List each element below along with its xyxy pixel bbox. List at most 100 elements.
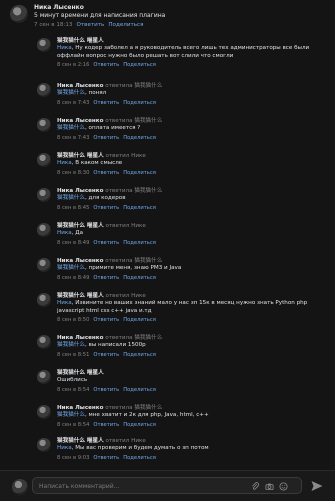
share-button[interactable]: Поделиться (123, 205, 156, 211)
comment-author[interactable]: Ника Лысенко (34, 4, 84, 11)
comment-date[interactable]: 8 сен в 8:49 (57, 275, 89, 281)
comment-text: Ника, Извините но ваших знаний мало у на… (57, 300, 308, 314)
comment-text: Ника, В каком смысле (57, 160, 123, 166)
comment-date[interactable]: 8 сен в 8:50 (57, 317, 89, 323)
comment-date[interactable]: 8 сен в 7:43 (57, 135, 89, 141)
mention-link[interactable]: Ника (57, 230, 72, 236)
send-icon[interactable] (310, 478, 324, 492)
comment-meta: 8 сен в 8:49 Ответить Поделиться (57, 274, 327, 282)
emoji-icon[interactable] (279, 482, 288, 491)
avatar[interactable] (37, 188, 51, 202)
comment-text: 猫我猫什么, для кодеров (57, 195, 126, 201)
reply-button[interactable]: Ответить (93, 352, 119, 358)
reply-button[interactable]: Ответить (93, 240, 119, 246)
comment-author[interactable]: 猫我猫什么 喵星人 (57, 38, 104, 44)
mention-link[interactable]: 猫我猫什么 (57, 90, 85, 96)
avatar[interactable] (37, 370, 51, 384)
mention-link[interactable]: Ника (57, 445, 72, 451)
reply-button[interactable]: Ответить (93, 135, 119, 141)
reply-button[interactable]: Ответить (93, 100, 119, 106)
share-button[interactable]: Поделиться (123, 135, 156, 141)
share-button[interactable]: Поделиться (123, 317, 156, 323)
comment-date[interactable]: 8 сен в 8:45 (57, 205, 89, 211)
comment-author[interactable]: 猫我猫什么 喵星人 (57, 153, 104, 159)
share-button[interactable]: Поделиться (123, 455, 156, 461)
comment-body: Ника Лысенко 5 минут времени для написан… (34, 4, 304, 29)
camera-icon[interactable] (265, 482, 274, 491)
comment-date[interactable]: 7 сен в 18:13 (34, 22, 72, 28)
avatar[interactable] (37, 118, 51, 132)
mention-link[interactable]: Ника (57, 160, 72, 166)
comment-author[interactable]: Ника Лысенко (57, 118, 103, 124)
reply-button[interactable]: Ответить (93, 62, 119, 68)
mention-link[interactable]: 猫我猫什么 (57, 195, 85, 201)
comment-date[interactable]: 8 сен в 2:16 (57, 62, 89, 68)
avatar[interactable] (37, 335, 51, 349)
comment-author[interactable]: Ника Лысенко (57, 188, 103, 194)
reply-comment: Ника Лысенко ответила 猫我猫什么 猫我猫什么, оплат… (37, 117, 327, 142)
comment-date[interactable]: 8 сен в 8:30 (57, 170, 89, 176)
mention-link[interactable]: 猫我猫什么 (57, 265, 85, 271)
comment-text: 猫我猫什么, примите меня, знаю PM3 и Java (57, 265, 182, 271)
reply-button[interactable]: Ответить (93, 205, 119, 211)
comment-meta: 8 сен в 7:43 Ответить Поделиться (57, 99, 327, 107)
mention-link[interactable]: Ника (57, 45, 72, 51)
share-button[interactable]: Поделиться (123, 422, 156, 428)
avatar[interactable] (37, 83, 51, 97)
mention-link[interactable]: Ника (57, 300, 72, 306)
comment-text: Ника, Да (57, 230, 84, 236)
comment-date[interactable]: 8 сен в 8:54 (57, 387, 89, 393)
reply-button[interactable]: Ответить (76, 22, 104, 28)
share-button[interactable]: Поделиться (123, 170, 156, 176)
comment-author[interactable]: Ника Лысенко (57, 83, 103, 89)
comment-author[interactable]: Ника Лысенко (57, 335, 103, 341)
comments-thread: Ника Лысенко 5 минут времени для написан… (0, 0, 335, 470)
comment-date[interactable]: 8 сен в 8:51 (57, 352, 89, 358)
comment-date[interactable]: 8 сен в 8:54 (57, 422, 89, 428)
mention-link[interactable]: 猫我猫什么 (57, 125, 85, 131)
mention-link[interactable]: 猫我猫什么 (57, 342, 85, 348)
comment-date[interactable]: 8 сен в 8:49 (57, 240, 89, 246)
reply-comment: 猫我猫什么 喵星人 Ошиблись 8 сен в 8:54 Ответить П… (37, 369, 327, 394)
comment-text: 5 минут времени для написания плагина (34, 12, 166, 19)
comment-composer (0, 470, 335, 501)
share-button[interactable]: Поделиться (123, 387, 156, 393)
reply-button[interactable]: Ответить (93, 170, 119, 176)
comment-text: Ника, Ну кодер заболел а я руководитель … (57, 45, 310, 59)
comment-meta: 8 сен в 2:16 Ответить Поделиться (57, 61, 327, 69)
avatar[interactable] (37, 223, 51, 237)
avatar[interactable] (10, 5, 28, 23)
avatar[interactable] (37, 438, 51, 452)
comment-input[interactable] (39, 481, 239, 491)
share-button[interactable]: Поделиться (123, 62, 156, 68)
comment-author[interactable]: 猫我猫什么 喵星人 (57, 223, 104, 229)
reply-button[interactable]: Ответить (93, 317, 119, 323)
share-button[interactable]: Поделиться (123, 275, 156, 281)
comment-author[interactable]: 猫我猫什么 喵星人 (57, 293, 104, 299)
reply-button[interactable]: Ответить (93, 387, 119, 393)
share-button[interactable]: Поделиться (123, 100, 156, 106)
attach-icon[interactable] (251, 482, 260, 491)
comment-date[interactable]: 8 сен в 9:03 (57, 455, 89, 461)
reply-comment: Ника Лысенко ответила 猫我猫什么 猫我猫什么, прими… (37, 257, 327, 282)
reply-button[interactable]: Ответить (93, 455, 119, 461)
share-button[interactable]: Поделиться (123, 240, 156, 246)
comment-date[interactable]: 8 сен в 7:43 (57, 100, 89, 106)
share-button[interactable]: Поделиться (108, 22, 143, 28)
reply-button[interactable]: Ответить (93, 275, 119, 281)
share-button[interactable]: Поделиться (123, 352, 156, 358)
avatar[interactable] (37, 38, 51, 52)
mention-link[interactable]: 猫我猫什么 (57, 412, 85, 418)
comment-text: 猫我猫什么, вы написали 1500р (57, 342, 146, 348)
avatar[interactable] (37, 258, 51, 272)
reply-button[interactable]: Ответить (93, 422, 119, 428)
comment-author[interactable]: 猫我猫什么 喵星人 (57, 370, 104, 376)
reply-comment: Ника Лысенко ответила 猫我猫什么 猫我猫什么, для к… (37, 187, 327, 212)
avatar[interactable] (37, 153, 51, 167)
comment-author[interactable]: Ника Лысенко (57, 405, 103, 411)
avatar[interactable] (37, 405, 51, 419)
comment-author[interactable]: 猫我猫什么 喵星人 (57, 438, 104, 444)
comment-meta: 7 сен в 18:13 Ответить Поделиться (34, 21, 304, 29)
avatar[interactable] (37, 293, 51, 307)
comment-author[interactable]: Ника Лысенко (57, 258, 103, 264)
